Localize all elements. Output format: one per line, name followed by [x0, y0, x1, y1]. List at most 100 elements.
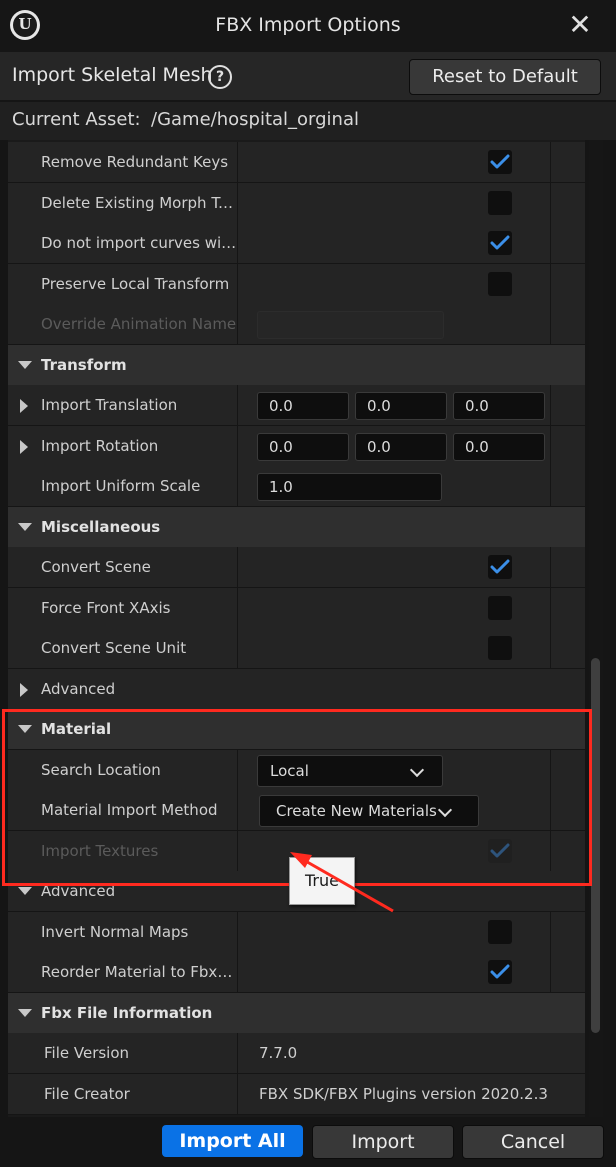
remove-redundant-keys-checkbox[interactable]: [488, 150, 512, 174]
import-all-button[interactable]: Import All: [162, 1125, 303, 1157]
checkmark-icon: [490, 235, 510, 250]
invert-normal-maps-checkbox[interactable]: [488, 920, 512, 944]
scrollbar-thumb[interactable]: [591, 658, 600, 1033]
details-panel: Remove Redundant Keys Delete Existing Mo…: [8, 140, 585, 1117]
delete-morph-targets-checkbox[interactable]: [488, 191, 512, 215]
property-label: Material Import Method: [41, 801, 218, 819]
property-label: Invert Normal Maps: [41, 923, 189, 941]
translation-z-input[interactable]: 0.0: [453, 392, 545, 420]
property-label: Remove Redundant Keys: [41, 153, 229, 171]
force-front-xaxis-checkbox[interactable]: [488, 596, 512, 620]
section-fbx-file-information[interactable]: Fbx File Information: [8, 993, 585, 1034]
dropdown-value: Create New Materials: [276, 802, 437, 820]
window-title: FBX Import Options: [215, 14, 401, 36]
current-asset-bar: Current Asset: /Game/hospital_orginal: [0, 102, 616, 140]
file-creator-value: FBX SDK/FBX Plugins version 2020.2.3: [259, 1085, 548, 1103]
section-transform[interactable]: Transform: [8, 345, 585, 386]
property-label: Convert Scene: [41, 558, 151, 576]
chevron-down-icon: [437, 802, 453, 818]
override-animation-name-input: [257, 311, 444, 339]
uniform-scale-input[interactable]: 1.0: [257, 473, 442, 501]
row-reorder-material: Reorder Material to Fbx Order: [8, 952, 585, 993]
property-label: Convert Scene Unit: [41, 639, 187, 657]
caret-down-icon: [18, 725, 32, 733]
section-material[interactable]: Material: [8, 709, 585, 750]
row-material-import-method: Material Import Method Create New Materi…: [8, 790, 585, 831]
property-label: Import Rotation: [41, 437, 159, 455]
property-label: Preserve Local Transform: [41, 275, 230, 293]
current-asset-label: Current Asset:: [12, 109, 141, 130]
property-label: Force Front XAxis: [41, 599, 171, 617]
row-import-translation: Import Translation 0.0 0.0 0.0: [8, 385, 585, 426]
help-icon[interactable]: ?: [208, 65, 232, 89]
tooltip-value: True: [289, 857, 355, 905]
convert-scene-unit-checkbox[interactable]: [488, 636, 512, 660]
scrollbar-track[interactable]: [589, 140, 603, 1117]
options-header: Import Skeletal Mesh ? Reset to Default: [0, 52, 616, 100]
property-label: Do not import curves with only 0 values: [41, 234, 237, 252]
caret-down-icon[interactable]: [18, 887, 32, 895]
row-misc-advanced[interactable]: Advanced: [8, 669, 585, 710]
cancel-button[interactable]: Cancel: [462, 1125, 604, 1159]
section-label: Fbx File Information: [41, 1004, 213, 1022]
expand-arrow-icon[interactable]: [20, 683, 28, 697]
row-import-rotation: Import Rotation 0.0 0.0 0.0: [8, 426, 585, 467]
row-convert-scene: Convert Scene: [8, 547, 585, 588]
property-label: File Creator: [44, 1085, 130, 1103]
row-preserve-local-transform: Preserve Local Transform: [8, 264, 585, 305]
dropdown-value: Local: [270, 762, 309, 780]
section-label: Material: [41, 720, 112, 738]
file-version-value: 7.7.0: [259, 1044, 298, 1062]
dialog-footer: Import All Import Cancel: [0, 1117, 616, 1167]
expand-arrow-icon[interactable]: [20, 399, 28, 413]
row-import-uniform-scale: Import Uniform Scale 1.0: [8, 466, 585, 507]
property-label: Import Textures: [41, 842, 159, 860]
import-type-label: Import Skeletal Mesh: [12, 64, 213, 86]
property-label: Import Translation: [41, 396, 178, 414]
search-location-dropdown[interactable]: Local: [257, 755, 443, 787]
rotation-x-input[interactable]: 0.0: [257, 433, 349, 461]
rotation-y-input[interactable]: 0.0: [355, 433, 447, 461]
property-label: Import Uniform Scale: [41, 477, 201, 495]
property-label: Advanced: [41, 680, 116, 698]
translation-y-input[interactable]: 0.0: [355, 392, 447, 420]
property-label: Override Animation Name: [41, 315, 237, 333]
row-remove-redundant-keys: Remove Redundant Keys: [8, 142, 585, 183]
checkmark-icon: [490, 559, 510, 574]
caret-down-icon: [18, 361, 32, 369]
chevron-down-icon: [409, 762, 425, 778]
preserve-local-transform-checkbox[interactable]: [488, 272, 512, 296]
caret-down-icon: [18, 523, 32, 531]
property-label: Delete Existing Morph Target Curves: [41, 194, 237, 212]
row-invert-normal-maps: Invert Normal Maps: [8, 912, 585, 953]
reorder-material-checkbox[interactable]: [488, 960, 512, 984]
do-not-import-curves-checkbox[interactable]: [488, 231, 512, 255]
reset-to-default-button[interactable]: Reset to Default: [409, 59, 601, 95]
rotation-z-input[interactable]: 0.0: [453, 433, 545, 461]
checkmark-icon: [490, 154, 510, 169]
property-label: Reorder Material to Fbx Order: [41, 963, 237, 981]
expand-arrow-icon[interactable]: [20, 440, 28, 454]
title-bar: U FBX Import Options ✕: [0, 0, 616, 52]
section-label: Miscellaneous: [41, 518, 161, 536]
property-label: Advanced: [41, 882, 116, 900]
import-button[interactable]: Import: [312, 1125, 454, 1159]
import-textures-checkbox: [488, 839, 512, 863]
row-override-animation-name: Override Animation Name: [8, 304, 585, 345]
row-convert-scene-unit: Convert Scene Unit: [8, 628, 585, 669]
convert-scene-checkbox[interactable]: [488, 555, 512, 579]
caret-down-icon: [18, 1009, 32, 1017]
checkmark-icon: [490, 964, 510, 979]
property-label: Search Location: [41, 761, 161, 779]
row-do-not-import-curves: Do not import curves with only 0 values: [8, 223, 585, 264]
material-import-method-dropdown[interactable]: Create New Materials: [259, 795, 479, 827]
row-file-version: File Version 7.7.0: [8, 1033, 585, 1074]
checkmark-icon: [490, 843, 510, 858]
close-icon[interactable]: ✕: [566, 11, 594, 39]
section-miscellaneous[interactable]: Miscellaneous: [8, 507, 585, 548]
row-force-front-xaxis: Force Front XAxis: [8, 588, 585, 629]
translation-x-input[interactable]: 0.0: [257, 392, 349, 420]
property-label: File Version: [44, 1044, 130, 1062]
current-asset-path: /Game/hospital_orginal: [151, 109, 359, 130]
row-search-location: Search Location Local: [8, 750, 585, 791]
